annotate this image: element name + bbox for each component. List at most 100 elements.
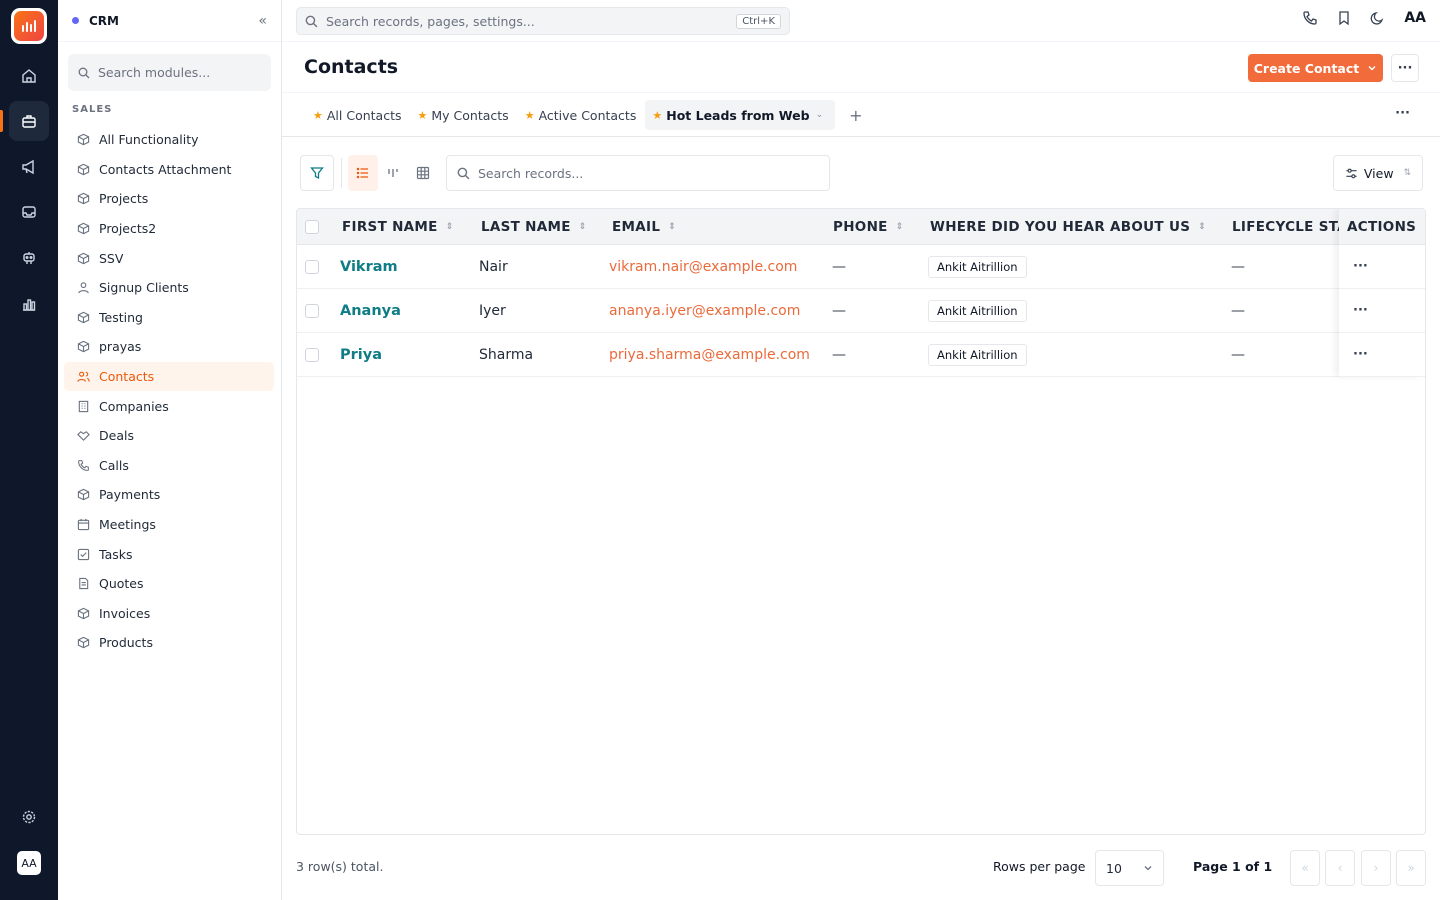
calendar-icon bbox=[76, 518, 90, 532]
rows-per-page-label: Rows per page bbox=[993, 859, 1086, 874]
row-actions-button[interactable]: ··· bbox=[1339, 289, 1425, 333]
tab-all-contacts[interactable]: ★ All Contacts bbox=[306, 100, 409, 130]
top-bar: Search records, pages, settings... Ctrl+… bbox=[282, 0, 1440, 42]
tab-label: Active Contacts bbox=[538, 107, 637, 123]
last-page-button[interactable]: » bbox=[1396, 850, 1426, 886]
tab-label: My Contacts bbox=[431, 107, 509, 123]
chevron-down-icon[interactable]: ⌄ bbox=[816, 110, 824, 120]
row-checkbox[interactable] bbox=[305, 260, 319, 274]
column-header[interactable]: FIRST NAME ⇕ bbox=[342, 209, 454, 245]
sidebar-item-invoices[interactable]: Invoices bbox=[64, 599, 274, 629]
rail-sales-button[interactable] bbox=[0, 101, 49, 141]
next-page-button[interactable]: › bbox=[1361, 850, 1391, 886]
bookmark-icon[interactable] bbox=[1336, 10, 1352, 26]
sidebar-item-signup-clients[interactable]: Signup Clients bbox=[64, 273, 274, 303]
home-icon bbox=[22, 69, 36, 83]
module-search-input[interactable]: Search modules... bbox=[68, 54, 271, 91]
sidebar-item-calls[interactable]: Calls bbox=[64, 451, 274, 481]
sidebar-item-meetings[interactable]: Meetings bbox=[64, 510, 274, 540]
sidebar-item-payments[interactable]: Payments bbox=[64, 480, 274, 510]
tab-active-contacts[interactable]: ★ Active Contacts bbox=[518, 100, 644, 130]
column-header[interactable]: LAST NAME ⇕ bbox=[481, 209, 587, 245]
app-logo[interactable] bbox=[11, 8, 47, 44]
sidebar-item-deals[interactable]: Deals bbox=[64, 421, 274, 451]
search-icon bbox=[78, 67, 90, 78]
user-avatar[interactable]: AA bbox=[17, 851, 41, 875]
sidebar-item-label: Contacts Attachment bbox=[99, 161, 232, 177]
phone-cell: — bbox=[832, 259, 846, 275]
grid-view-button[interactable] bbox=[408, 155, 438, 191]
cube-icon bbox=[76, 606, 90, 620]
record-search-input[interactable]: Search records... bbox=[446, 155, 830, 191]
row-actions-button[interactable]: ··· bbox=[1339, 333, 1425, 377]
rail-home-button[interactable] bbox=[9, 56, 49, 96]
email-cell[interactable]: priya.sharma@example.com bbox=[609, 333, 810, 377]
sidebar-item-label: Quotes bbox=[99, 576, 144, 592]
sidebar-item-all-functionality[interactable]: All Functionality bbox=[64, 125, 274, 155]
chevron-right-icon: › bbox=[1373, 861, 1379, 875]
briefcase-icon bbox=[22, 115, 36, 128]
column-header[interactable]: EMAIL ⇕ bbox=[612, 209, 676, 245]
rail-automation-button[interactable] bbox=[9, 238, 49, 278]
kanban-view-button[interactable] bbox=[378, 155, 408, 191]
user-avatar-text[interactable]: AA bbox=[1404, 10, 1426, 26]
row-checkbox[interactable] bbox=[305, 348, 319, 362]
rail-marketing-button[interactable] bbox=[9, 147, 49, 187]
document-icon bbox=[76, 577, 90, 591]
sidebar-item-companies[interactable]: Companies bbox=[64, 391, 274, 421]
email-cell[interactable]: vikram.nair@example.com bbox=[609, 245, 797, 289]
sidebar-item-products[interactable]: Products bbox=[64, 628, 274, 658]
email-cell[interactable]: ananya.iyer@example.com bbox=[609, 289, 800, 333]
view-mode-toggle bbox=[348, 155, 438, 191]
sidebar-item-projects2[interactable]: Projects2 bbox=[64, 214, 274, 244]
page-more-button[interactable]: ··· bbox=[1391, 54, 1419, 82]
top-actions: AA bbox=[1302, 10, 1426, 26]
tab-my-contacts[interactable]: ★ My Contacts bbox=[411, 100, 516, 130]
sidebar-item-quotes[interactable]: Quotes bbox=[64, 569, 274, 599]
sort-icon: ⇕ bbox=[668, 222, 677, 232]
rows-per-page-select[interactable]: 10 bbox=[1095, 850, 1164, 886]
row-actions-button[interactable]: ··· bbox=[1339, 245, 1425, 289]
row-checkbox[interactable] bbox=[305, 304, 319, 318]
sidebar-item-label: Projects2 bbox=[99, 221, 157, 237]
phone-icon[interactable] bbox=[1302, 10, 1318, 26]
view-options-button[interactable]: View ⇅ bbox=[1333, 155, 1423, 191]
create-contact-button[interactable]: Create Contact bbox=[1248, 54, 1383, 82]
moon-icon[interactable] bbox=[1370, 10, 1386, 26]
sidebar-item-tasks[interactable]: Tasks bbox=[64, 539, 274, 569]
rail-reports-button[interactable] bbox=[9, 284, 49, 324]
first-name-cell[interactable]: Vikram bbox=[340, 245, 398, 289]
table-row[interactable]: Priya Sharma priya.sharma@example.com — Anki… bbox=[297, 333, 1425, 377]
rail-settings-button[interactable] bbox=[9, 797, 49, 837]
sidebar-header: CRM « bbox=[58, 0, 281, 42]
select-all-checkbox[interactable] bbox=[305, 220, 319, 234]
list-view-button[interactable] bbox=[348, 155, 378, 191]
table-row[interactable]: Vikram Nair vikram.nair@example.com — Ankit … bbox=[297, 245, 1425, 289]
first-name-cell[interactable]: Ananya bbox=[340, 289, 401, 333]
table-row[interactable]: Ananya Iyer ananya.iyer@example.com — Ankit … bbox=[297, 289, 1425, 333]
sidebar-item-projects[interactable]: Projects bbox=[64, 184, 274, 214]
sidebar-item-label: Meetings bbox=[99, 517, 156, 533]
handshake-icon bbox=[76, 429, 90, 443]
first-page-button[interactable]: « bbox=[1290, 850, 1320, 886]
filter-button[interactable] bbox=[300, 155, 334, 191]
sidebar-item-ssv[interactable]: SSV bbox=[64, 243, 274, 273]
sidebar-item-contacts[interactable]: Contacts bbox=[64, 361, 274, 392]
prev-page-button[interactable]: ‹ bbox=[1325, 850, 1355, 886]
logo-icon bbox=[14, 11, 44, 41]
sidebar-item-contacts-attachment[interactable]: Contacts Attachment bbox=[64, 155, 274, 185]
global-search-placeholder: Search records, pages, settings... bbox=[326, 13, 535, 29]
sidebar-item-testing[interactable]: Testing bbox=[64, 303, 274, 333]
column-header[interactable]: WHERE DID YOU HEAR ABOUT US ⇕ bbox=[930, 209, 1206, 245]
global-search-input[interactable]: Search records, pages, settings... Ctrl+… bbox=[296, 7, 790, 35]
tab-hot-leads-from-web[interactable]: ★ Hot Leads from Web ⌄ bbox=[645, 100, 836, 130]
sidebar-item-prayas[interactable]: prayas bbox=[64, 332, 274, 362]
tabs-more-icon[interactable]: ··· bbox=[1395, 106, 1410, 121]
first-name-cell[interactable]: Priya bbox=[340, 333, 382, 377]
column-header[interactable]: LIFECYCLE STAGE bbox=[1232, 209, 1342, 245]
add-view-icon[interactable]: + bbox=[849, 106, 862, 125]
column-header[interactable]: PHONE ⇕ bbox=[833, 209, 904, 245]
collapse-sidebar-icon[interactable]: « bbox=[258, 13, 267, 29]
inbox-icon bbox=[22, 206, 36, 218]
rail-inbox-button[interactable] bbox=[9, 192, 49, 232]
